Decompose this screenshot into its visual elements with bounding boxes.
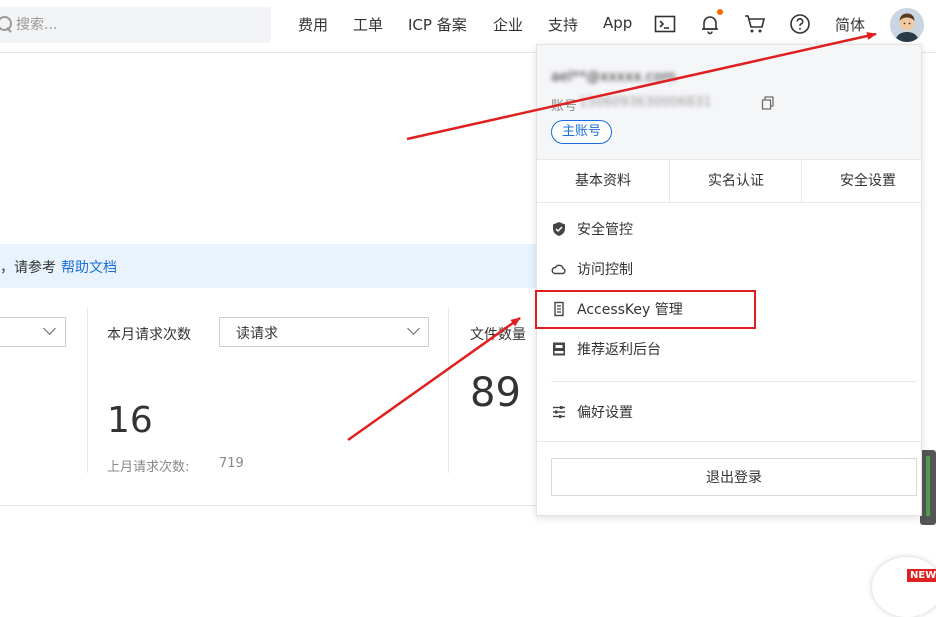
cart-icon[interactable] xyxy=(743,12,767,36)
shield-icon xyxy=(553,222,565,236)
bell-icon[interactable] xyxy=(698,12,722,36)
side-widget[interactable] xyxy=(920,450,936,525)
account-header: ael**@xxxxx.com 账号 1506093630006831 主账号 xyxy=(537,45,921,159)
referral-icon xyxy=(553,342,565,356)
tab-security-settings[interactable]: 安全设置 xyxy=(802,160,934,202)
nav-enterprise[interactable]: 企业 xyxy=(493,14,523,35)
logout-button[interactable]: 退出登录 xyxy=(551,458,917,496)
tab-real-name[interactable]: 实名认证 xyxy=(670,160,802,202)
section-divider xyxy=(0,505,536,506)
account-dropdown: ael**@xxxxx.com 账号 1506093630006831 主账号 … xyxy=(536,44,922,516)
stat2-sub-label: 上月请求次数: xyxy=(107,460,190,475)
menu-referral[interactable]: 推荐返利后台 xyxy=(551,337,661,363)
help-icon[interactable] xyxy=(788,12,812,36)
nav-app[interactable]: App xyxy=(603,14,632,32)
sliders-icon xyxy=(553,406,565,418)
stat3-value: 89 xyxy=(470,370,521,416)
menu-referral-label: 推荐返利后台 xyxy=(577,342,661,358)
accesskey-highlight-box xyxy=(535,290,756,329)
stat2-value: 16 xyxy=(107,400,153,441)
banner-text: ，请参考 xyxy=(0,260,56,276)
floating-help-button[interactable] xyxy=(872,557,936,617)
tab-basic-info[interactable]: 基本资料 xyxy=(537,160,669,202)
menu-security-label: 安全管控 xyxy=(577,222,633,238)
stat3-label: 文件数量 xyxy=(470,327,526,343)
nav-icp[interactable]: ICP 备案 xyxy=(408,14,467,35)
account-id-label: 账号 xyxy=(551,99,578,114)
main-account-badge: 主账号 xyxy=(551,120,613,144)
menu-security-control[interactable]: 安全管控 xyxy=(551,217,633,243)
info-banner: ，请参考 帮助文档 xyxy=(0,244,560,288)
new-badge: NEW xyxy=(907,569,936,582)
cloud-icon xyxy=(551,264,566,275)
chevron-down-icon xyxy=(407,322,420,335)
nav-fees[interactable]: 费用 xyxy=(298,14,328,35)
nav-support[interactable]: 支持 xyxy=(548,14,578,35)
search-input[interactable] xyxy=(16,7,256,43)
search-box[interactable] xyxy=(0,7,271,43)
notification-dot xyxy=(717,9,723,15)
menu-access-label: 访问控制 xyxy=(577,262,633,278)
help-doc-link[interactable]: 帮助文档 xyxy=(61,257,117,277)
avatar[interactable] xyxy=(890,8,924,42)
terminal-icon[interactable] xyxy=(653,12,677,36)
language-switch[interactable]: 简体 xyxy=(835,14,865,35)
stat-divider xyxy=(87,308,88,473)
menu-divider xyxy=(551,381,917,382)
menu-preferences-label: 偏好设置 xyxy=(577,405,633,421)
request-type-value: 读请求 xyxy=(236,326,278,342)
stat2-sub-value: 719 xyxy=(219,456,244,471)
nav-tickets[interactable]: 工单 xyxy=(353,14,383,35)
copy-icon[interactable] xyxy=(761,96,775,110)
stat2-label: 本月请求次数 xyxy=(107,327,191,343)
stat1-select[interactable] xyxy=(0,317,66,347)
menu-preferences[interactable]: 偏好设置 xyxy=(551,400,633,426)
menu-access-control[interactable]: 访问控制 xyxy=(551,257,633,283)
request-type-select[interactable]: 读请求 xyxy=(219,317,429,347)
account-name: ael**@xxxxx.com xyxy=(551,69,676,85)
account-tabs: 基本资料 实名认证 安全设置 xyxy=(537,159,921,203)
account-id: 1506093630006831 xyxy=(579,95,712,110)
stat-divider xyxy=(448,308,449,473)
menu-divider xyxy=(537,441,921,442)
